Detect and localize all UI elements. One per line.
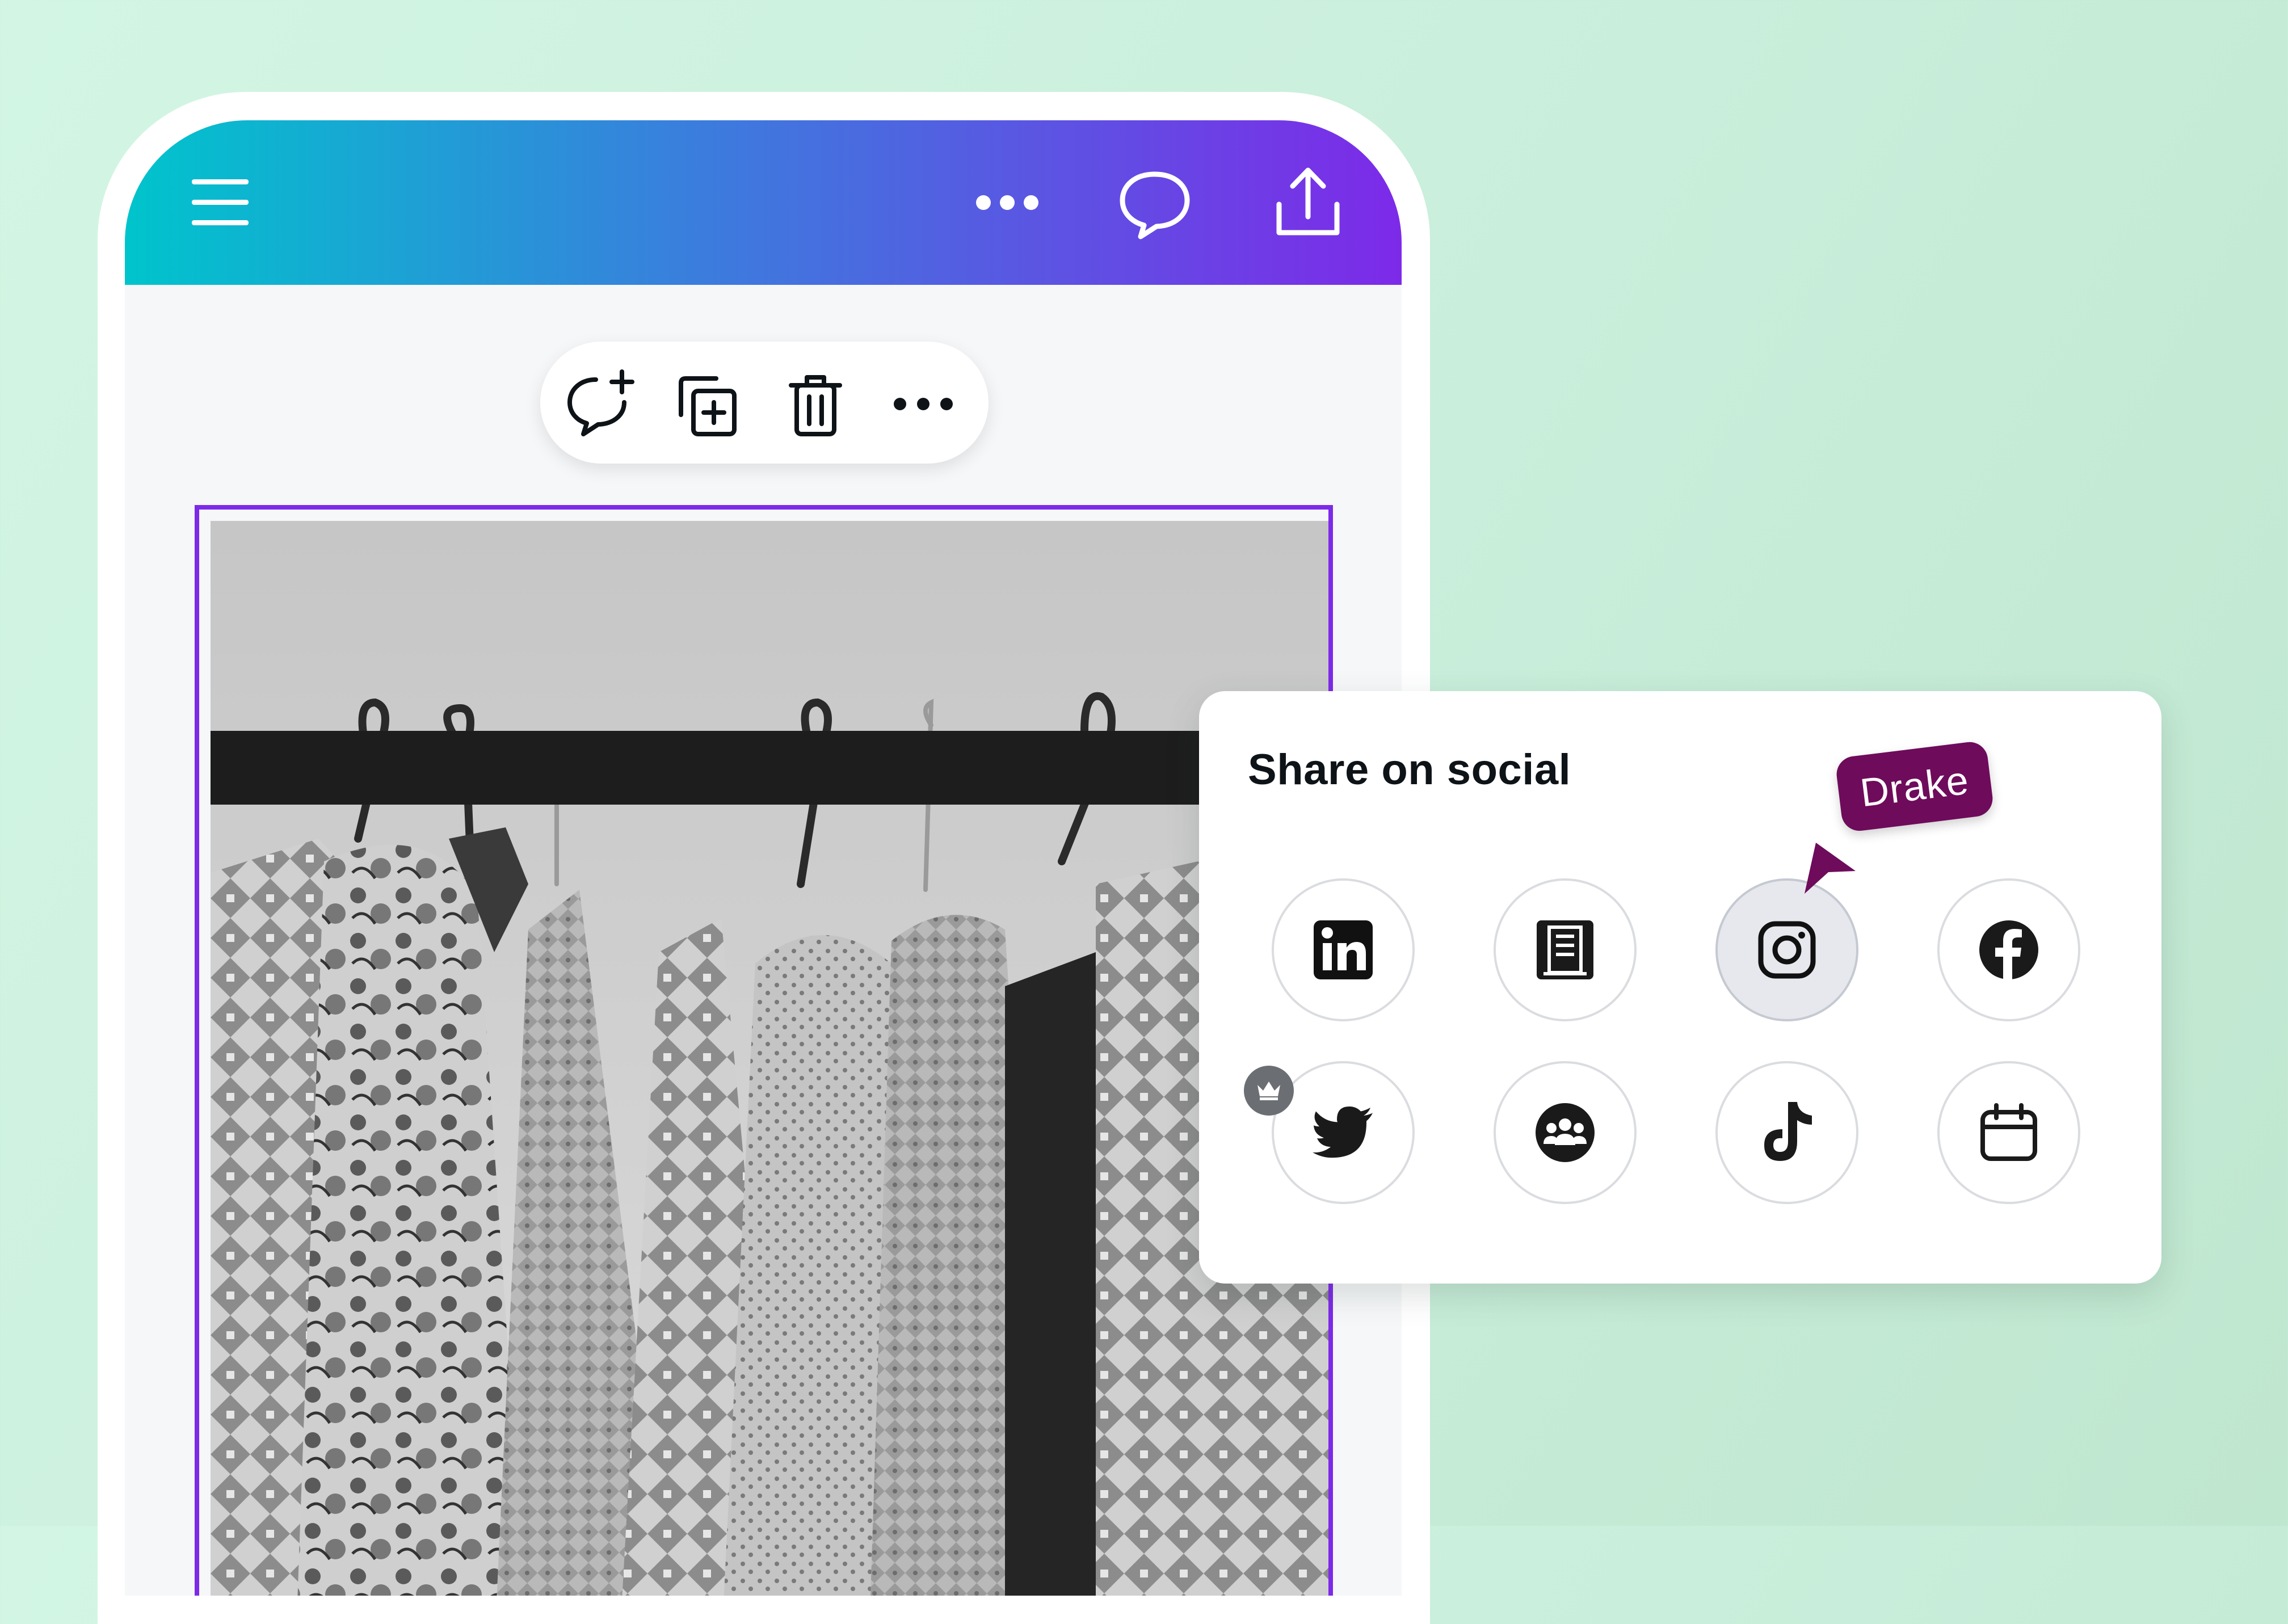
building-page-icon [1537,920,1593,979]
facebook-button[interactable] [1937,878,2080,1021]
share-icon[interactable] [1271,165,1345,238]
linkedin-button[interactable] [1272,878,1415,1021]
clothing-rack-photo [211,521,1328,1596]
crown-icon [1257,1082,1280,1100]
calendar-icon [1980,1103,2037,1161]
premium-crown-badge [1244,1066,1294,1116]
top-bar [125,120,1402,285]
selected-design-element[interactable] [195,505,1333,1596]
add-comment-icon[interactable] [563,367,637,441]
instagram-button[interactable] [1715,878,1858,1021]
tiktok-icon [1764,1102,1812,1161]
duplicate-icon[interactable] [671,367,745,441]
share-on-social-panel: Share on social [1199,691,2161,1284]
collaborator-cursor-icon [1805,843,1856,894]
menu-icon[interactable] [192,177,249,228]
linkedin-icon [1314,920,1373,979]
group-icon [1536,1103,1595,1162]
more-icon[interactable] [973,183,1041,222]
instagram-icon [1758,921,1816,979]
trash-icon[interactable] [779,367,852,441]
twitter-button[interactable] [1272,1061,1415,1204]
tiktok-button[interactable] [1715,1061,1858,1204]
panel-title: Share on social [1248,746,1571,794]
page-button[interactable] [1494,878,1637,1021]
facebook-icon [1979,920,2038,979]
schedule-button[interactable] [1937,1061,2080,1204]
comment-icon[interactable] [1118,169,1192,239]
element-toolbar [540,342,989,464]
group-button[interactable] [1494,1061,1637,1204]
twitter-icon [1313,1106,1373,1158]
more-icon[interactable] [886,367,960,441]
